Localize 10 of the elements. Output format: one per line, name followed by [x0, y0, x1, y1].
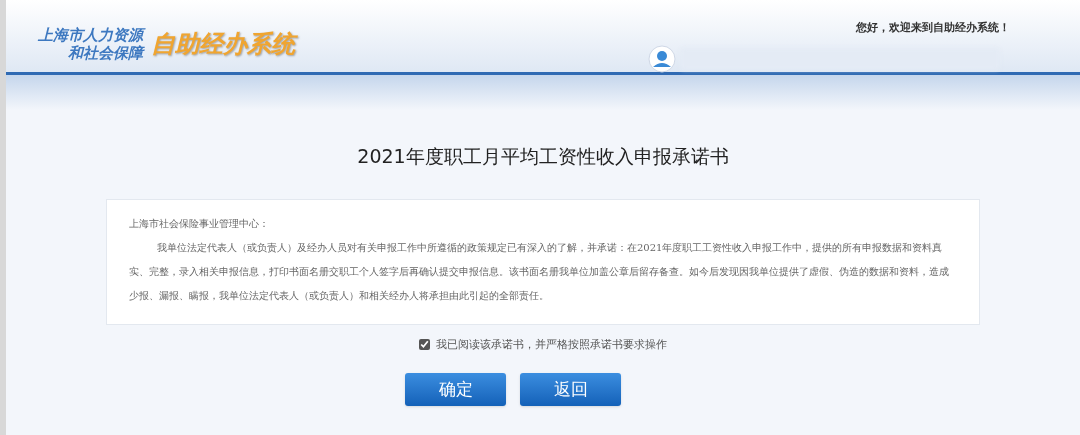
- action-button[interactable]: 确定: [405, 373, 506, 406]
- org-name: 和社会保障: [68, 44, 143, 62]
- agree-checkbox[interactable]: [419, 339, 430, 351]
- agree-label: 我已阅读该承诺书，并严格按照承诺书要求操作: [436, 336, 667, 353]
- user-avatar-icon: [648, 44, 676, 73]
- action-button[interactable]: 返回: [520, 373, 621, 406]
- page-title: 2021年度职工月平均工资性收入申报承诺书: [357, 144, 729, 169]
- letter-body: 我单位法定代表人（或负责人）及经办人员对有关申报工作中所遵循的政策规定已有深入的了解，并承诺：在2021年度职工工资性收入申报工作中，提供的所有申报数据和资料真实、完整，录入相关申报信息，打印书面名册交职工个人签字后再确认提交申报信息。该书面名册我单位加盖公章后留存备查。如今后发现因我单位提供了虚假、伪造的数据和资料，造成少报、漏报、瞒报，我单位法定代表人（或负责人）和相关经办人将承担由此引起的全部责任。: [129, 240, 950, 303]
- welcome-text: 您好，欢迎来到自助经办系统！: [856, 20, 1010, 36]
- letter-salutation: 上海市社会保险事业管理中心：: [129, 216, 270, 231]
